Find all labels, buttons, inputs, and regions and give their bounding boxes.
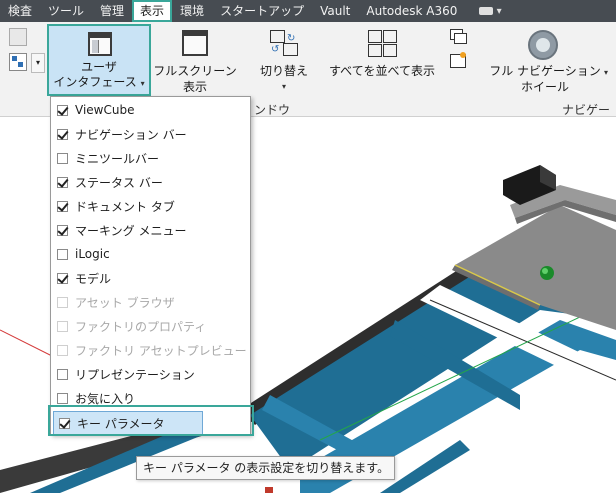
menu-item-model[interactable]: モデル <box>51 266 250 290</box>
fullscreen-button[interactable]: フルスクリーン 表示 <box>152 30 238 96</box>
tab-vault[interactable]: Vault <box>312 0 358 22</box>
checkbox-disabled-icon <box>57 344 68 356</box>
layout-icon[interactable] <box>9 53 27 71</box>
fullscreen-label-line2: 表示 <box>182 80 207 94</box>
tab-autodesk-a360[interactable]: Autodesk A360 <box>358 0 465 22</box>
menu-item-navigation-bar[interactable]: ナビゲーション バー <box>51 122 250 146</box>
fullscreen-label-line1: フルスクリーン <box>153 64 237 78</box>
tab-inspect[interactable]: 検査 <box>0 0 40 22</box>
menu-item-label: ファクトリのプロパティ <box>75 319 207 334</box>
menu-item-label: ViewCube <box>75 103 135 117</box>
user-interface-icon <box>88 32 112 56</box>
menu-item-label: アセット ブラウザ <box>75 295 175 310</box>
switch-window-label: 切り替え <box>259 64 308 78</box>
user-interface-dropdown-menu: ViewCube ナビゲーション バー ミニツールバー ステータス バー ドキュ… <box>50 96 251 435</box>
menu-item-label: お気に入り <box>75 391 136 406</box>
menu-item-label: ステータス バー <box>75 175 163 190</box>
menu-item-label: iLogic <box>75 247 110 261</box>
arrange-all-label: すべてを並べて表示 <box>329 64 435 78</box>
tab-environment[interactable]: 環境 <box>172 0 212 22</box>
tab-manage[interactable]: 管理 <box>92 0 132 22</box>
chevron-down-icon: ▾ <box>281 82 286 91</box>
tab-tools[interactable]: ツール <box>40 0 92 22</box>
arrange-all-icon <box>368 30 397 57</box>
menu-item-ilogic[interactable]: iLogic <box>51 242 250 266</box>
menu-item-favorites[interactable]: お気に入り <box>51 386 250 410</box>
checkbox-checked-icon[interactable] <box>57 128 68 140</box>
checkbox-checked-icon[interactable] <box>57 176 68 188</box>
checkbox-unchecked-icon[interactable] <box>57 392 68 404</box>
checkbox-disabled-icon <box>57 320 68 332</box>
checkbox-unchecked-icon[interactable] <box>57 248 68 260</box>
camera-icon <box>479 6 494 15</box>
user-interface-label-line2: インタフェース <box>53 75 137 89</box>
checkbox-checked-icon[interactable] <box>57 104 68 116</box>
checkbox-unchecked-icon[interactable] <box>57 152 68 164</box>
layout-dropdown-caret[interactable]: ▾ <box>31 53 45 73</box>
menu-item-status-bar[interactable]: ステータス バー <box>51 170 250 194</box>
menu-item-document-tabs[interactable]: ドキュメント タブ <box>51 194 250 218</box>
checkbox-checked-icon[interactable] <box>57 224 68 236</box>
ribbon-tab-bar: 検査 ツール 管理 表示 環境 スタートアップ Vault Autodesk A… <box>0 0 616 22</box>
menu-item-representations[interactable]: リプレゼンテーション <box>51 362 250 386</box>
menu-item-label: ミニツールバー <box>75 151 160 166</box>
new-window-icon[interactable] <box>450 52 468 68</box>
checkbox-checked-icon[interactable] <box>59 417 70 429</box>
menu-item-factory-asset-preview: ファクトリ アセットプレビュー <box>51 338 250 362</box>
ribbon-options-dropdown[interactable]: ▾ <box>473 6 507 17</box>
tab-getting-started[interactable]: スタートアップ <box>212 0 312 22</box>
menu-item-label: ファクトリ アセットプレビュー <box>75 343 247 358</box>
menu-item-label: リプレゼンテーション <box>75 367 195 382</box>
menu-item-key-parameters[interactable]: キー パラメータ <box>53 411 203 435</box>
checkbox-checked-icon[interactable] <box>57 272 68 284</box>
key-parameters-tooltip: キー パラメータ の表示設定を切り替えます。 <box>136 456 395 480</box>
tab-view[interactable]: 表示 <box>132 0 173 22</box>
checkbox-unchecked-icon[interactable] <box>57 368 68 380</box>
menu-item-viewcube[interactable]: ViewCube <box>51 98 250 122</box>
window-panel-label: ンドウ <box>254 103 291 117</box>
switch-window-icon: ↻ ↺ <box>270 30 298 56</box>
menu-item-label: マーキング メニュー <box>75 223 187 238</box>
menu-item-label: ドキュメント タブ <box>75 199 175 214</box>
menu-item-factory-properties: ファクトリのプロパティ <box>51 314 250 338</box>
cascade-icon[interactable] <box>450 29 468 45</box>
user-interface-button[interactable]: ユーザ インタフェース ▾ <box>47 24 151 96</box>
full-navigation-label-line1: フル ナビゲーション <box>489 64 601 78</box>
menu-item-label: モデル <box>75 271 112 286</box>
chevron-down-icon: ▾ <box>140 79 145 88</box>
menu-item-marking-menu[interactable]: マーキング メニュー <box>51 218 250 242</box>
checkbox-disabled-icon <box>57 296 68 308</box>
full-navigation-label-line2: ホイール <box>520 80 569 94</box>
switch-window-button[interactable]: ↻ ↺ 切り替え ▾ <box>254 30 314 91</box>
small-view-icon[interactable] <box>9 28 27 46</box>
full-navigation-wheel-button[interactable]: フル ナビゲーション ホイール <box>486 30 604 96</box>
menu-item-label: ナビゲーション バー <box>75 127 187 142</box>
navigation-wheel-icon <box>528 30 558 60</box>
user-interface-label-line1: ユーザ <box>81 60 117 74</box>
fullscreen-icon <box>182 30 208 56</box>
menu-item-mini-toolbar[interactable]: ミニツールバー <box>51 146 250 170</box>
checkbox-checked-icon[interactable] <box>57 200 68 212</box>
menu-item-label: キー パラメータ <box>77 416 165 431</box>
arrange-all-button[interactable]: すべてを並べて表示 <box>326 30 438 80</box>
menu-item-asset-browser: アセット ブラウザ <box>51 290 250 314</box>
chevron-down-icon[interactable]: ▾ <box>604 68 608 77</box>
chevron-down-icon: ▾ <box>496 5 502 17</box>
